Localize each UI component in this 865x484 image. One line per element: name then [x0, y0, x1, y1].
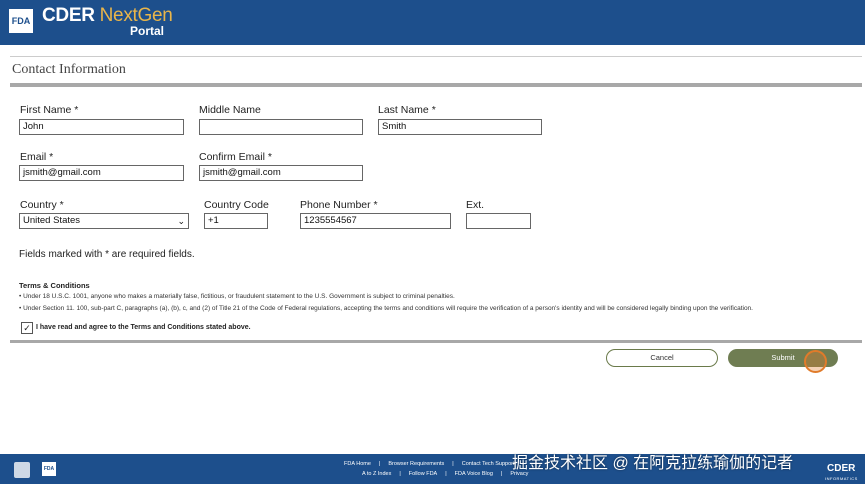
agree-checkbox[interactable]: ✓ — [21, 322, 33, 334]
separator: | — [445, 471, 447, 477]
separator: | — [378, 461, 381, 467]
country-select-value: United States — [23, 215, 81, 226]
agree-label[interactable]: I have read and agree to the Terms and C… — [36, 324, 251, 331]
confirm-email-input[interactable]: jsmith@gmail.com — [199, 165, 363, 181]
cder-logo-sub: INFORMATICS — [825, 476, 858, 481]
divider — [10, 340, 862, 343]
cursor-highlight — [804, 350, 827, 373]
cder-logo: CDER — [827, 463, 856, 474]
divider — [10, 83, 862, 87]
country-label: Country * — [20, 199, 64, 211]
footer-link-follow-fda[interactable]: Follow FDA — [409, 471, 437, 477]
brand-light: NextGen — [99, 5, 173, 26]
required-note: Fields marked with * are required fields… — [19, 249, 195, 260]
fda-logo[interactable]: FDA — [9, 9, 33, 33]
separator: | — [399, 471, 401, 477]
footer-link-a-to-z[interactable]: A to Z Index — [362, 471, 391, 477]
middle-name-input[interactable] — [199, 119, 363, 135]
hhs-icon[interactable] — [14, 462, 30, 478]
page-title: Contact Information — [12, 62, 126, 77]
first-name-label: First Name * — [20, 104, 79, 116]
terms-item-text: Under 18 U.S.C. 1001, anyone who makes a… — [23, 293, 455, 300]
phone-input[interactable]: 1235554567 — [300, 213, 451, 229]
terms-item-text: Under Section 11. 100, sub-part C, parag… — [23, 305, 753, 312]
brand-bold: CDER — [42, 5, 95, 26]
country-select[interactable]: United States ⌄ — [19, 213, 189, 229]
last-name-label: Last Name * — [378, 104, 436, 116]
email-input[interactable]: jsmith@gmail.com — [19, 165, 184, 181]
footer-link-voice-blog[interactable]: FDA Voice Blog — [455, 471, 493, 477]
footer-links-row-2: A to Z Index | Follow FDA | FDA Voice Blog | P… — [358, 471, 532, 477]
separator: | — [500, 471, 503, 477]
country-code-input[interactable]: +1 — [204, 213, 268, 229]
brand-sub: Portal — [130, 24, 165, 38]
last-name-input[interactable]: Smith — [378, 119, 542, 135]
cancel-button[interactable]: Cancel — [606, 349, 718, 367]
footer-link-browser-requirements[interactable]: Browser Requirements — [388, 461, 444, 467]
app-header: FDA CDER NextGen Portal — [0, 0, 865, 45]
check-icon: ✓ — [23, 323, 31, 333]
confirm-email-label: Confirm Email * — [199, 151, 272, 163]
chevron-down-icon[interactable]: ⌄ — [177, 214, 185, 228]
list-item: • Under Section 11. 100, sub-part C, par… — [19, 305, 753, 312]
list-item: • Under 18 U.S.C. 1001, anyone who makes… — [19, 293, 455, 300]
footer-links-row-1: FDA Home | Browser Requirements | Contact Te… — [340, 461, 528, 467]
separator: | — [452, 461, 454, 467]
ext-input[interactable] — [466, 213, 531, 229]
watermark: 掘金技术社区 @ 在阿克拉练瑜伽的记者 — [512, 455, 794, 472]
fda-footer-icon[interactable]: FDA — [42, 462, 56, 476]
middle-name-label: Middle Name — [199, 104, 261, 116]
country-code-label: Country Code — [204, 199, 269, 211]
terms-heading: Terms & Conditions — [19, 281, 90, 290]
footer-link-fda-home[interactable]: FDA Home — [344, 461, 371, 467]
divider — [10, 56, 862, 57]
footer-link-contact-tech-support[interactable]: Contact Tech Support — [462, 461, 515, 467]
email-label: Email * — [20, 151, 54, 163]
phone-label: Phone Number * — [300, 199, 378, 211]
first-name-input[interactable]: John — [19, 119, 184, 135]
ext-label: Ext. — [466, 199, 485, 211]
